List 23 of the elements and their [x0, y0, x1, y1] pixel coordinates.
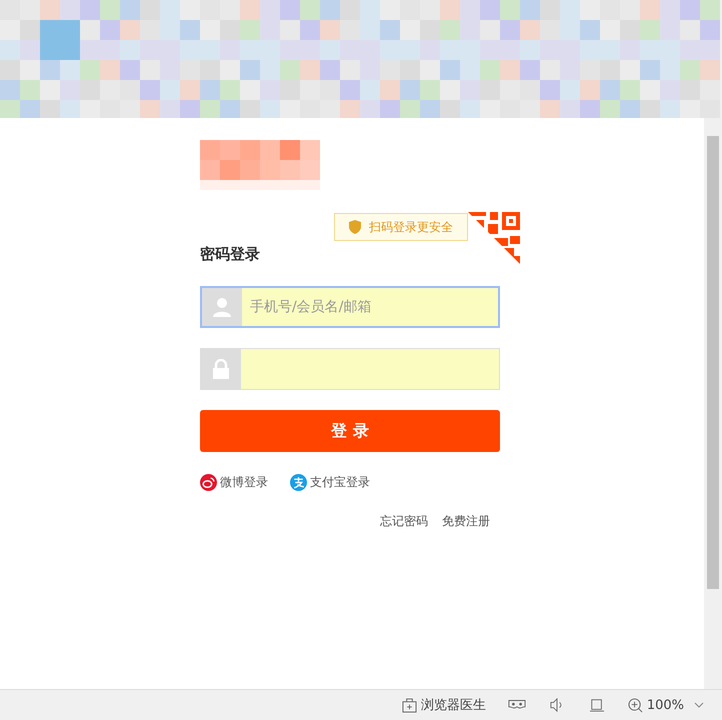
- qr-code-icon[interactable]: [468, 212, 520, 264]
- qr-tip: 扫码登录更安全: [334, 213, 468, 241]
- browser-doctor-button[interactable]: 浏览器医生: [402, 696, 486, 714]
- login-title: 密码登录: [200, 245, 260, 264]
- scrollbar-thumb[interactable]: [707, 136, 719, 589]
- password-field[interactable]: [200, 348, 500, 390]
- window-icon[interactable]: [588, 698, 606, 712]
- social-login-link[interactable]: 支付宝登录: [290, 474, 370, 491]
- zoom-in-icon: [628, 698, 643, 712]
- shield-icon: [349, 220, 361, 234]
- medical-kit-icon: [402, 698, 417, 712]
- zoom-button[interactable]: 100%: [628, 698, 704, 712]
- footer-link[interactable]: 免费注册: [442, 513, 490, 530]
- username-field[interactable]: 手机号/会员名/邮箱: [200, 286, 500, 328]
- scrollbar[interactable]: [704, 118, 722, 689]
- alipay-icon: [290, 474, 307, 491]
- footer-link[interactable]: 忘记密码: [380, 513, 428, 530]
- username-input[interactable]: 手机号/会员名/邮箱: [242, 288, 498, 326]
- chevron-down-icon: [694, 702, 704, 708]
- lock-icon: [213, 359, 229, 379]
- social-login-link[interactable]: 微博登录: [200, 474, 268, 491]
- user-icon: [212, 297, 232, 317]
- weibo-icon: [200, 474, 217, 491]
